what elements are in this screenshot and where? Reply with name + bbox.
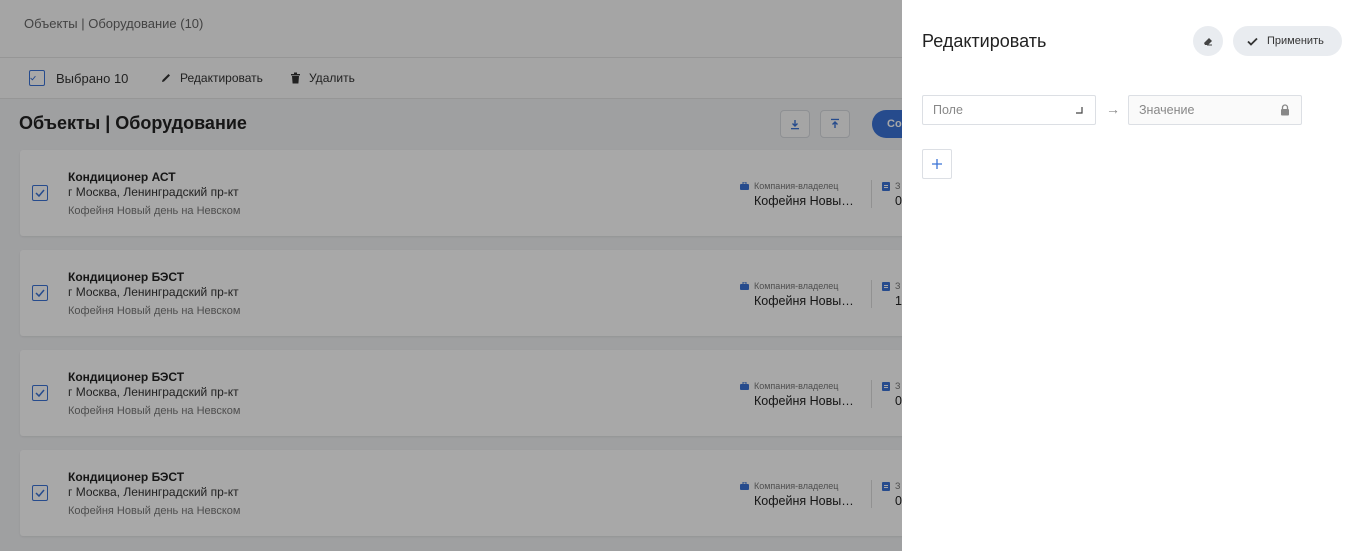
panel-title: Редактировать — [922, 31, 1047, 51]
eraser-icon — [1204, 38, 1212, 46]
value-input[interactable]: Значение — [1128, 95, 1302, 125]
clear-button[interactable] — [1193, 26, 1223, 56]
plus-icon — [932, 159, 942, 169]
mapping-arrow: → — [1106, 101, 1120, 117]
apply-button-label: Применить — [1267, 35, 1324, 47]
field-select-placeholder: Поле — [933, 103, 963, 117]
apply-button[interactable]: Применить — [1233, 26, 1342, 56]
add-row-button[interactable] — [922, 149, 952, 179]
edit-side-panel: Редактировать Применить Поле → Значение — [902, 0, 1357, 551]
field-select[interactable]: Поле — [922, 95, 1096, 125]
modal-overlay[interactable] — [0, 0, 902, 551]
check-icon — [1247, 37, 1258, 46]
corner-arrow-icon — [1076, 107, 1083, 114]
lock-icon — [1281, 104, 1289, 116]
value-input-placeholder: Значение — [1139, 103, 1195, 117]
